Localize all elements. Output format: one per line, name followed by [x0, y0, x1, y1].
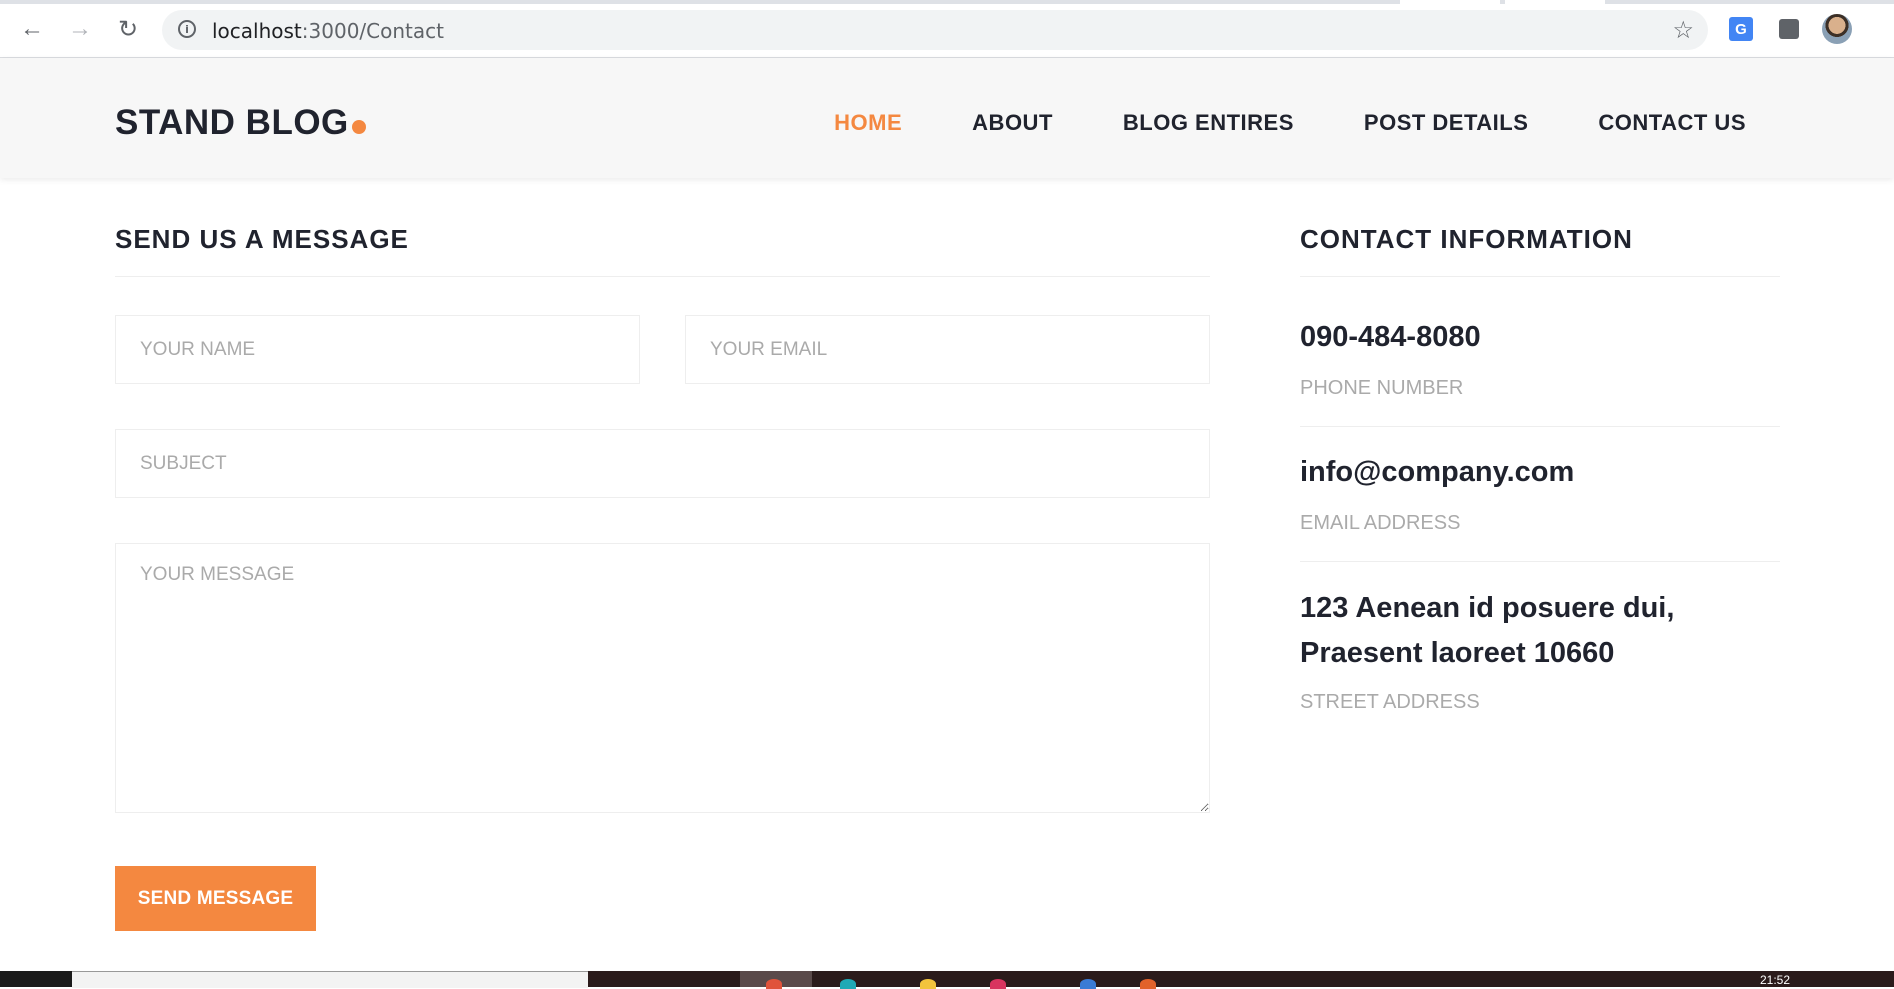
email-address: info@company.com — [1300, 456, 1575, 488]
taskbar-app-icon[interactable] — [920, 979, 936, 989]
start-button[interactable] — [0, 971, 72, 987]
site-logo-text: STAND BLOG — [115, 103, 349, 142]
google-translate-extension-icon[interactable]: G — [1726, 14, 1756, 44]
reload-icon[interactable]: ↻ — [110, 13, 146, 45]
bookmark-star-icon[interactable]: ☆ — [1672, 16, 1694, 45]
message-field[interactable] — [115, 543, 1210, 813]
street-address-line2: Praesent laoreet 10660 — [1300, 637, 1615, 669]
taskbar-app-icon[interactable] — [1140, 979, 1156, 989]
back-arrow-icon[interactable]: ← — [14, 13, 50, 45]
name-field[interactable] — [115, 315, 640, 384]
tab-strip-edge — [0, 0, 1894, 4]
url-path: :3000/Contact — [301, 19, 444, 43]
street-address-label: STREET ADDRESS — [1300, 691, 1480, 713]
site-info-icon[interactable]: i — [178, 20, 196, 38]
nav-about[interactable]: ABOUT — [972, 110, 1053, 136]
send-message-button[interactable]: SEND MESSAGE — [115, 866, 316, 931]
subject-field[interactable] — [115, 429, 1210, 498]
email-address-label: EMAIL ADDRESS — [1300, 512, 1461, 534]
nav-contact-us[interactable]: CONTACT US — [1598, 110, 1746, 136]
nav-blog-entires[interactable]: BLOG ENTIRES — [1123, 110, 1294, 136]
os-taskbar: 21:52 — [0, 971, 1894, 989]
phone-number-label: PHONE NUMBER — [1300, 377, 1464, 399]
taskbar-app-icon[interactable] — [840, 979, 856, 989]
phone-number: 090-484-8080 — [1300, 321, 1481, 353]
site-header: STAND BLOG HOME ABOUT BLOG ENTIRES POST … — [0, 58, 1894, 178]
contact-heading-divider — [1300, 276, 1780, 277]
profile-avatar[interactable] — [1822, 14, 1852, 44]
taskbar-clock[interactable]: 21:52 — [1760, 973, 1790, 987]
browser-menu-icon[interactable]: ⋮ — [1884, 9, 1894, 33]
forward-arrow-icon[interactable]: → — [62, 13, 98, 45]
contact-heading: CONTACT INFORMATION — [1300, 224, 1633, 254]
taskbar-app-icon[interactable] — [1080, 979, 1096, 989]
site-logo[interactable]: STAND BLOG — [115, 103, 366, 143]
street-address-line1: 123 Aenean id posuere dui, — [1300, 592, 1675, 624]
email-divider — [1300, 561, 1780, 562]
form-heading: SEND US A MESSAGE — [115, 224, 409, 254]
taskbar-app-icon[interactable] — [766, 979, 782, 989]
phone-divider — [1300, 426, 1780, 427]
browser-toolbar: ← → ↻ i localhost:3000/Contact ☆ G ⋮ — [0, 0, 1894, 58]
url-host: localhost — [212, 19, 302, 43]
taskbar-search-box[interactable] — [72, 971, 588, 988]
logo-dot — [351, 120, 366, 134]
nav-post-details[interactable]: POST DETAILS — [1364, 110, 1529, 136]
main-nav: HOME ABOUT BLOG ENTIRES POST DETAILS CON… — [764, 110, 1746, 136]
extensions-puzzle-icon[interactable] — [1774, 14, 1804, 44]
address-bar[interactable]: i localhost:3000/Contact ☆ — [162, 10, 1708, 50]
taskbar-app-icon[interactable] — [990, 979, 1006, 989]
url-text[interactable]: localhost:3000/Contact — [212, 19, 444, 43]
email-field[interactable] — [685, 315, 1210, 384]
nav-home[interactable]: HOME — [834, 110, 902, 136]
form-heading-divider — [115, 276, 1210, 277]
